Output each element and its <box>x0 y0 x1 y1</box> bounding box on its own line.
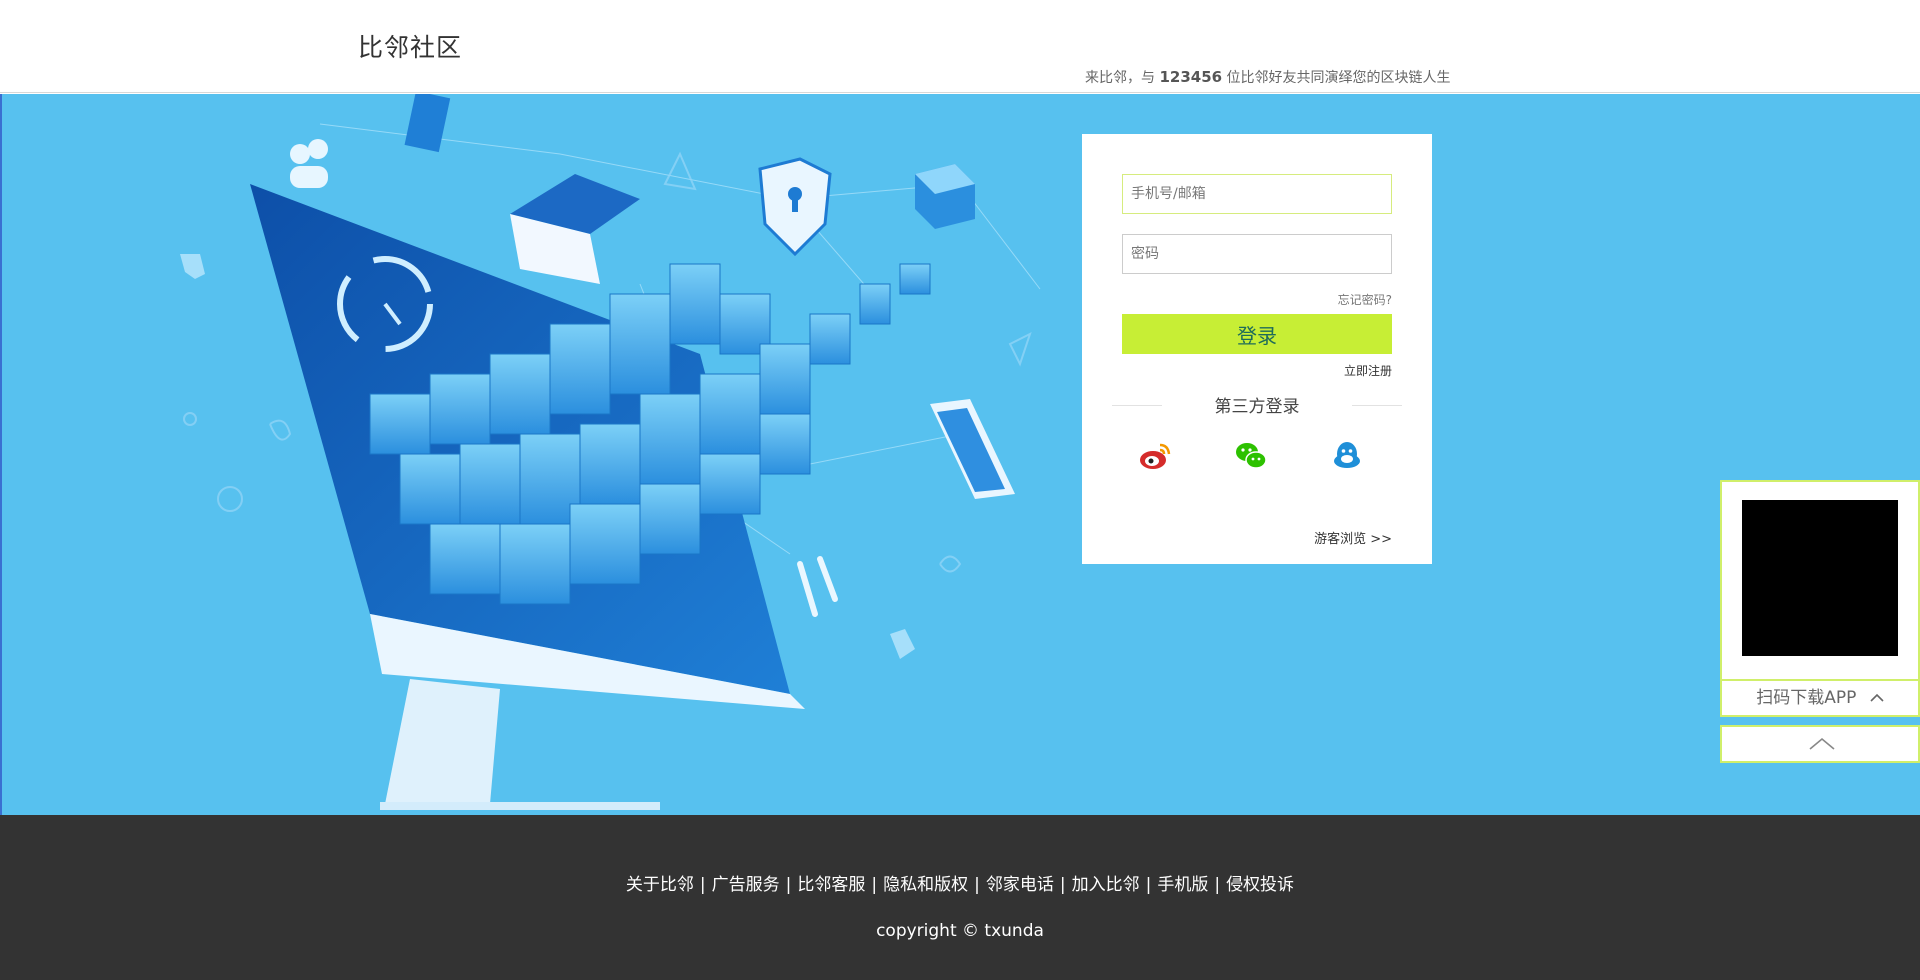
tagline-suffix: 位比邻好友共同演绎您的区块链人生 <box>1226 70 1451 86</box>
tagline-prefix: 来比邻，与 <box>1085 70 1155 86</box>
footer-link-mobile[interactable]: 手机版 <box>1157 875 1208 895</box>
password-input[interactable] <box>1122 234 1392 274</box>
copyright-text: copyright © txunda <box>876 921 1044 941</box>
hero-banner: 忘记密码? 登录 立即注册 第三方登录 <box>0 94 1920 815</box>
footer-link-complaint[interactable]: 侵权投诉 <box>1226 875 1294 895</box>
download-app-button[interactable]: 扫码下载APP <box>1720 679 1920 717</box>
monitor-stand <box>385 679 500 804</box>
footer-link-about[interactable]: 关于比邻 <box>626 875 694 895</box>
qr-code <box>1742 500 1898 656</box>
site-header: 比邻社区 来比邻，与 123456 位比邻好友共同演绎您的区块链人生 <box>0 0 1920 93</box>
site-footer: 关于比邻 | 广告服务 | 比邻客服 | 隐私和版权 | 邻家电话 | 加入比邻 | 手机版 | 侵权投诉 … <box>0 815 1920 980</box>
footer-link-privacy[interactable]: 隐私和版权 <box>883 875 968 895</box>
login-button[interactable]: 登录 <box>1122 314 1392 354</box>
download-app-label: 扫码下载APP <box>1756 688 1857 708</box>
chevron-up-icon <box>1870 693 1884 702</box>
register-link[interactable]: 立即注册 <box>1344 362 1392 379</box>
app-download-widget: 扫码下载APP <box>1720 480 1920 717</box>
wechat-icon[interactable] <box>1234 439 1268 473</box>
tagline-count: 123456 <box>1159 68 1223 86</box>
footer-link-ads[interactable]: 广告服务 <box>712 875 780 895</box>
footer-link-support[interactable]: 比邻客服 <box>797 875 865 895</box>
third-party-login-heading: 第三方登录 <box>1112 392 1402 422</box>
divider-right <box>1352 405 1402 406</box>
site-tagline: 来比邻，与 123456 位比邻好友共同演绎您的区块链人生 <box>1085 67 1451 87</box>
back-to-top-button[interactable] <box>1720 725 1920 763</box>
site-logo[interactable]: 比邻社区 <box>358 28 462 64</box>
qq-icon[interactable] <box>1330 439 1364 473</box>
login-panel: 忘记密码? 登录 立即注册 第三方登录 <box>1082 134 1432 564</box>
weibo-icon[interactable] <box>1138 439 1172 473</box>
chevron-up-icon <box>1809 737 1835 750</box>
guest-browse-link[interactable]: 游客浏览 >> <box>1314 528 1392 547</box>
footer-links: 关于比邻 | 广告服务 | 比邻客服 | 隐私和版权 | 邻家电话 | 加入比邻 | 手机版 | 侵权投诉 <box>625 875 1295 895</box>
footer-link-join[interactable]: 加入比邻 <box>1072 875 1140 895</box>
footer-link-phone[interactable]: 邻家电话 <box>986 875 1054 895</box>
forgot-password-link[interactable]: 忘记密码? <box>1338 291 1392 308</box>
phone-email-input[interactable] <box>1122 174 1392 214</box>
hero-illustration <box>180 94 1041 810</box>
